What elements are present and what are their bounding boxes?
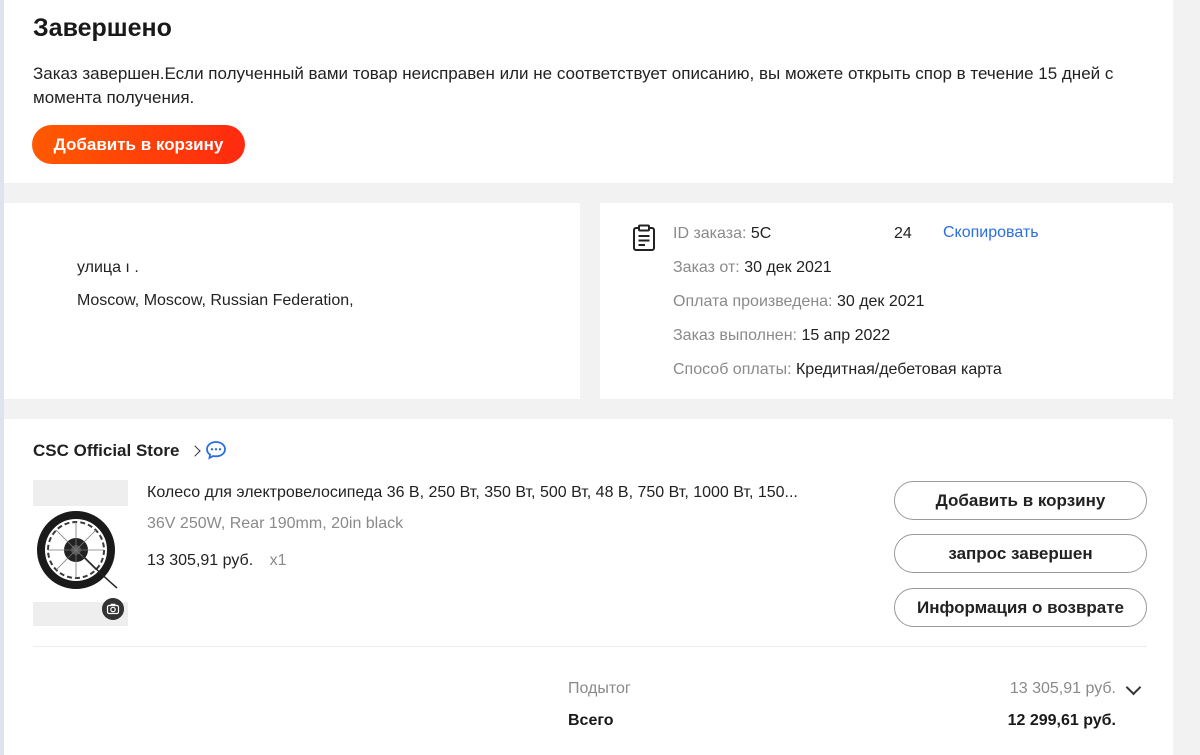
- payment-method-label: Способ оплаты:: [673, 361, 792, 378]
- add-to-cart-button[interactable]: Добавить в корзину: [894, 481, 1147, 520]
- order-id-label: ID заказа:: [673, 225, 747, 242]
- order-id-tail: 24: [894, 225, 912, 242]
- order-document-icon: [633, 224, 655, 251]
- shipping-address-card: улица ı . Moscow, Moscow, Russian Federa…: [4, 203, 580, 399]
- product-price-row: 13 305,91 руб. x1: [147, 552, 287, 570]
- divider: [33, 646, 1147, 647]
- order-date-row: Заказ от: 30 дек 2021: [673, 259, 832, 277]
- product-variant: 36V 250W, Rear 190mm, 20in black: [147, 515, 404, 532]
- order-date-label: Заказ от:: [673, 259, 740, 276]
- status-title: Завершено: [33, 14, 172, 42]
- order-id-value: 5C: [750, 225, 772, 242]
- total-label: Всего: [568, 712, 614, 729]
- copy-order-id-link[interactable]: Скопировать: [943, 224, 1039, 242]
- store-link[interactable]: CSC Official Store: [33, 441, 202, 461]
- payment-date-row: Оплата произведена: 30 дек 2021: [673, 293, 924, 311]
- subtotal-label: Подытог: [568, 680, 631, 697]
- product-title-link[interactable]: Колесо для электровелосипеда 36 В, 250 В…: [147, 484, 867, 502]
- store-name: CSC Official Store: [33, 441, 180, 460]
- completed-date-value: 15 апр 2022: [801, 327, 891, 344]
- product-image-area: [33, 506, 128, 602]
- address-city-line: Moscow, Moscow, Russian Federation,: [77, 292, 354, 309]
- product-quantity: x1: [269, 552, 287, 569]
- order-info-card: ID заказа: 5C 24 Скопировать Заказ от: 3…: [600, 203, 1173, 399]
- chevron-right-icon: [189, 445, 202, 457]
- camera-icon[interactable]: [102, 598, 124, 620]
- subtotal-value: 13 305,91 руб.: [1009, 680, 1116, 697]
- product-price: 13 305,91 руб.: [147, 552, 254, 569]
- chat-icon[interactable]: [205, 440, 227, 460]
- add-to-cart-primary-button[interactable]: Добавить в корзину: [32, 125, 245, 164]
- chevron-down-icon[interactable]: [1125, 679, 1142, 696]
- payment-method-row: Способ оплаты: Кредитная/дебетовая карта: [673, 361, 1002, 379]
- return-info-button[interactable]: Информация о возврате: [894, 588, 1147, 627]
- ebike-wheel-image: [37, 511, 118, 589]
- store-order-card: CSC Official Store Колесо для электровел…: [4, 419, 1173, 755]
- order-status-section: Завершено Заказ завершен.Если полученный…: [4, 0, 1173, 183]
- address-street: улица ı .: [77, 259, 139, 276]
- product-thumbnail[interactable]: [33, 480, 128, 626]
- completed-date-label: Заказ выполнен:: [673, 327, 797, 344]
- payment-date-value: 30 дек 2021: [836, 293, 925, 310]
- total-value: 12 299,61 руб.: [1007, 712, 1116, 729]
- payment-date-label: Оплата произведена:: [673, 293, 833, 310]
- request-completed-button[interactable]: запрос завершен: [894, 534, 1147, 573]
- status-description: Заказ завершен.Если полученный вами това…: [33, 64, 1114, 107]
- completed-date-row: Заказ выполнен: 15 апр 2022: [673, 327, 890, 345]
- order-id-row: ID заказа: 5C: [673, 225, 771, 243]
- order-date-value: 30 дек 2021: [744, 259, 832, 276]
- payment-method-value: Кредитная/дебетовая карта: [795, 361, 1002, 378]
